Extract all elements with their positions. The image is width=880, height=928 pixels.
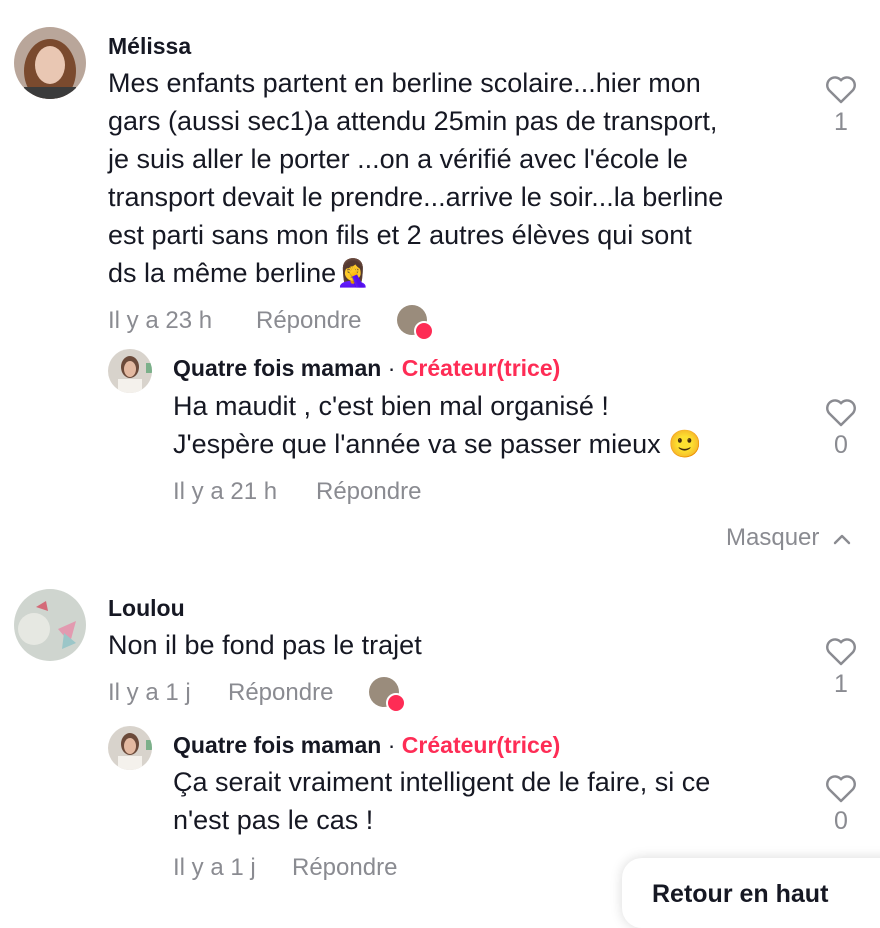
avatar[interactable] [108,349,152,393]
like-count: 1 [834,108,848,136]
reply-timestamp: Il y a 21 h [173,478,278,505]
reply-button[interactable]: Répondre [292,854,397,882]
reply-button[interactable]: Répondre [316,478,421,506]
heart-icon [826,638,856,666]
like-count: 0 [834,431,848,459]
reply-text: Ha maudit , c'est bien mal organisé ! J'… [173,391,702,459]
reply-button[interactable]: Répondre [228,679,333,707]
reply-author-name[interactable]: Quatre fois maman [173,732,381,758]
reply-author: Quatre fois maman · Créateur(trice) [173,732,560,759]
comment-timestamp: Il y a 1 j [108,679,191,706]
creator-badge: Créateur(trice) [401,732,561,758]
like-button[interactable]: 0 [821,397,861,460]
like-button[interactable]: 0 [821,773,861,836]
avatar[interactable] [14,27,86,99]
chevron-up-icon [833,534,851,544]
reply-button[interactable]: Répondre [256,307,361,335]
reply-timestamp: Il y a 1 j [173,854,256,881]
comment-text: Non il be fond pas le trajet [108,630,422,660]
avatar[interactable] [14,589,86,661]
heart-icon [826,76,856,104]
hide-replies-label: Masquer [726,524,820,551]
avatar[interactable] [108,726,152,770]
comment-timestamp: Il y a 23 h [108,307,213,334]
like-count: 0 [834,807,848,835]
reply-author: Quatre fois maman · Créateur(trice) [173,355,560,382]
creator-liked-heart-icon [386,693,406,713]
back-to-top-button[interactable]: Retour en haut [622,858,880,928]
comment-text: Mes enfants partent en berline scolaire.… [108,68,724,288]
hide-replies-button[interactable]: Masquer [726,524,852,552]
separator-dot: · [387,732,396,758]
like-count: 1 [834,670,848,698]
reply-text: Ça serait vraiment intelligent de le fai… [173,767,711,835]
heart-icon [826,775,856,803]
comment-author[interactable]: Loulou [108,595,185,622]
heart-icon [826,399,856,427]
like-button[interactable]: 1 [821,74,861,137]
separator-dot: · [387,355,396,381]
creator-liked-heart-icon [414,321,434,341]
like-button[interactable]: 1 [821,636,861,699]
back-to-top-label: Retour en haut [652,880,829,908]
comment-author[interactable]: Mélissa [108,33,191,60]
reply-author-name[interactable]: Quatre fois maman [173,355,381,381]
creator-badge: Créateur(trice) [401,355,561,381]
